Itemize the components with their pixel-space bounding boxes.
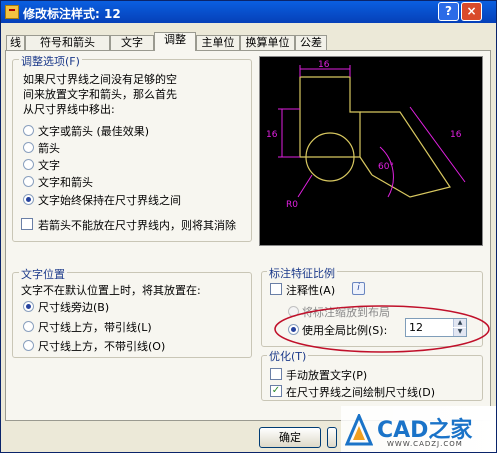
tab-symbols-arrows[interactable]: 符号和箭头: [25, 35, 110, 50]
radio-over-with-leader[interactable]: [23, 321, 34, 332]
preview-dim-label: 16: [450, 130, 462, 140]
radio-arrows[interactable]: [23, 142, 34, 153]
fit-options-title: 调整选项(F): [19, 53, 82, 69]
ok-button[interactable]: 确定: [259, 427, 321, 448]
manual-placement-label: 手动放置文字(P): [286, 369, 368, 382]
suppress-arrows-checkbox[interactable]: [21, 218, 33, 230]
preview-dim-label: R0: [286, 200, 298, 210]
preview-dim-label: 16: [266, 130, 278, 140]
radio-label: 尺寸线上方，带引线(L): [38, 321, 152, 334]
radio-text-or-arrows[interactable]: [23, 125, 34, 136]
annotative-checkbox[interactable]: [270, 283, 282, 295]
brand-logo-icon: [345, 414, 373, 446]
finetune-title: 优化(T): [267, 348, 309, 364]
radio-label: 箭头: [38, 142, 60, 155]
fit-description-line: 如果尺寸界线之间没有足够的空: [23, 73, 177, 86]
text-placement-title: 文字位置: [19, 266, 67, 282]
text-placement-description: 文字不在默认位置上时，将其放置在:: [21, 284, 201, 297]
radio-label: 文字和箭头: [38, 176, 93, 189]
tab-primary-units[interactable]: 主单位: [196, 35, 240, 50]
cancel-button[interactable]: [327, 427, 337, 448]
radio-label: 尺寸线旁边(B): [38, 301, 110, 314]
radio-over-without-leader[interactable]: [23, 340, 34, 351]
dialog-window: 修改标注样式: 12 ? × 线 符号和箭头 文字 调整 主单位 换算单位 公差…: [0, 0, 497, 453]
preview-dim-label: 60°: [378, 162, 394, 172]
suppress-arrows-label: 若箭头不能放在尺寸界线内，则将其消除: [38, 219, 236, 232]
preview-dim-label: 16: [318, 60, 330, 70]
info-icon[interactable]: i: [352, 282, 365, 295]
close-button[interactable]: ×: [461, 2, 482, 21]
radio-label: 文字或箭头 (最佳效果): [38, 125, 150, 138]
draw-dimline-checkbox[interactable]: ✓: [270, 385, 282, 397]
scale-title: 标注特征比例: [267, 265, 337, 281]
manual-placement-checkbox[interactable]: [270, 368, 282, 380]
radio-text-and-arrows[interactable]: [23, 176, 34, 187]
preview-drawing: 16 16 16 60° R0: [266, 60, 466, 210]
fit-description-line: 间来放置文字和箭头，那么首先: [23, 88, 177, 101]
tab-alternate-units[interactable]: 换算单位: [240, 35, 295, 50]
tab-tolerances[interactable]: 公差: [295, 35, 327, 50]
radio-text[interactable]: [23, 159, 34, 170]
watermark: CAD之家 WWW.CADZJ.COM: [341, 406, 496, 452]
radio-label: 文字始终保持在尺寸界线之间: [38, 194, 181, 207]
tab-text[interactable]: 文字: [110, 35, 154, 50]
dimension-preview: 16 16 16 60° R0: [259, 56, 483, 246]
app-icon: [5, 5, 19, 19]
window-title: 修改标注样式: 12: [23, 7, 121, 21]
draw-dimline-label: 在尺寸界线之间绘制尺寸线(D): [286, 386, 436, 399]
radio-keep-text-between[interactable]: [23, 194, 34, 205]
title-bar: 修改标注样式: 12 ? ×: [1, 1, 496, 23]
help-button[interactable]: ?: [438, 2, 459, 21]
brand-url: WWW.CADZJ.COM: [387, 440, 463, 448]
tab-lines[interactable]: 线: [6, 35, 25, 50]
annotative-label: 注释性(A): [286, 284, 336, 297]
radio-label: 尺寸线上方，不带引线(O): [38, 340, 166, 353]
radio-beside-dimline[interactable]: [23, 301, 34, 312]
radio-label: 文字: [38, 159, 60, 172]
fit-description-line: 从尺寸界线中移出:: [23, 103, 115, 116]
tab-fit[interactable]: 调整: [154, 32, 196, 51]
